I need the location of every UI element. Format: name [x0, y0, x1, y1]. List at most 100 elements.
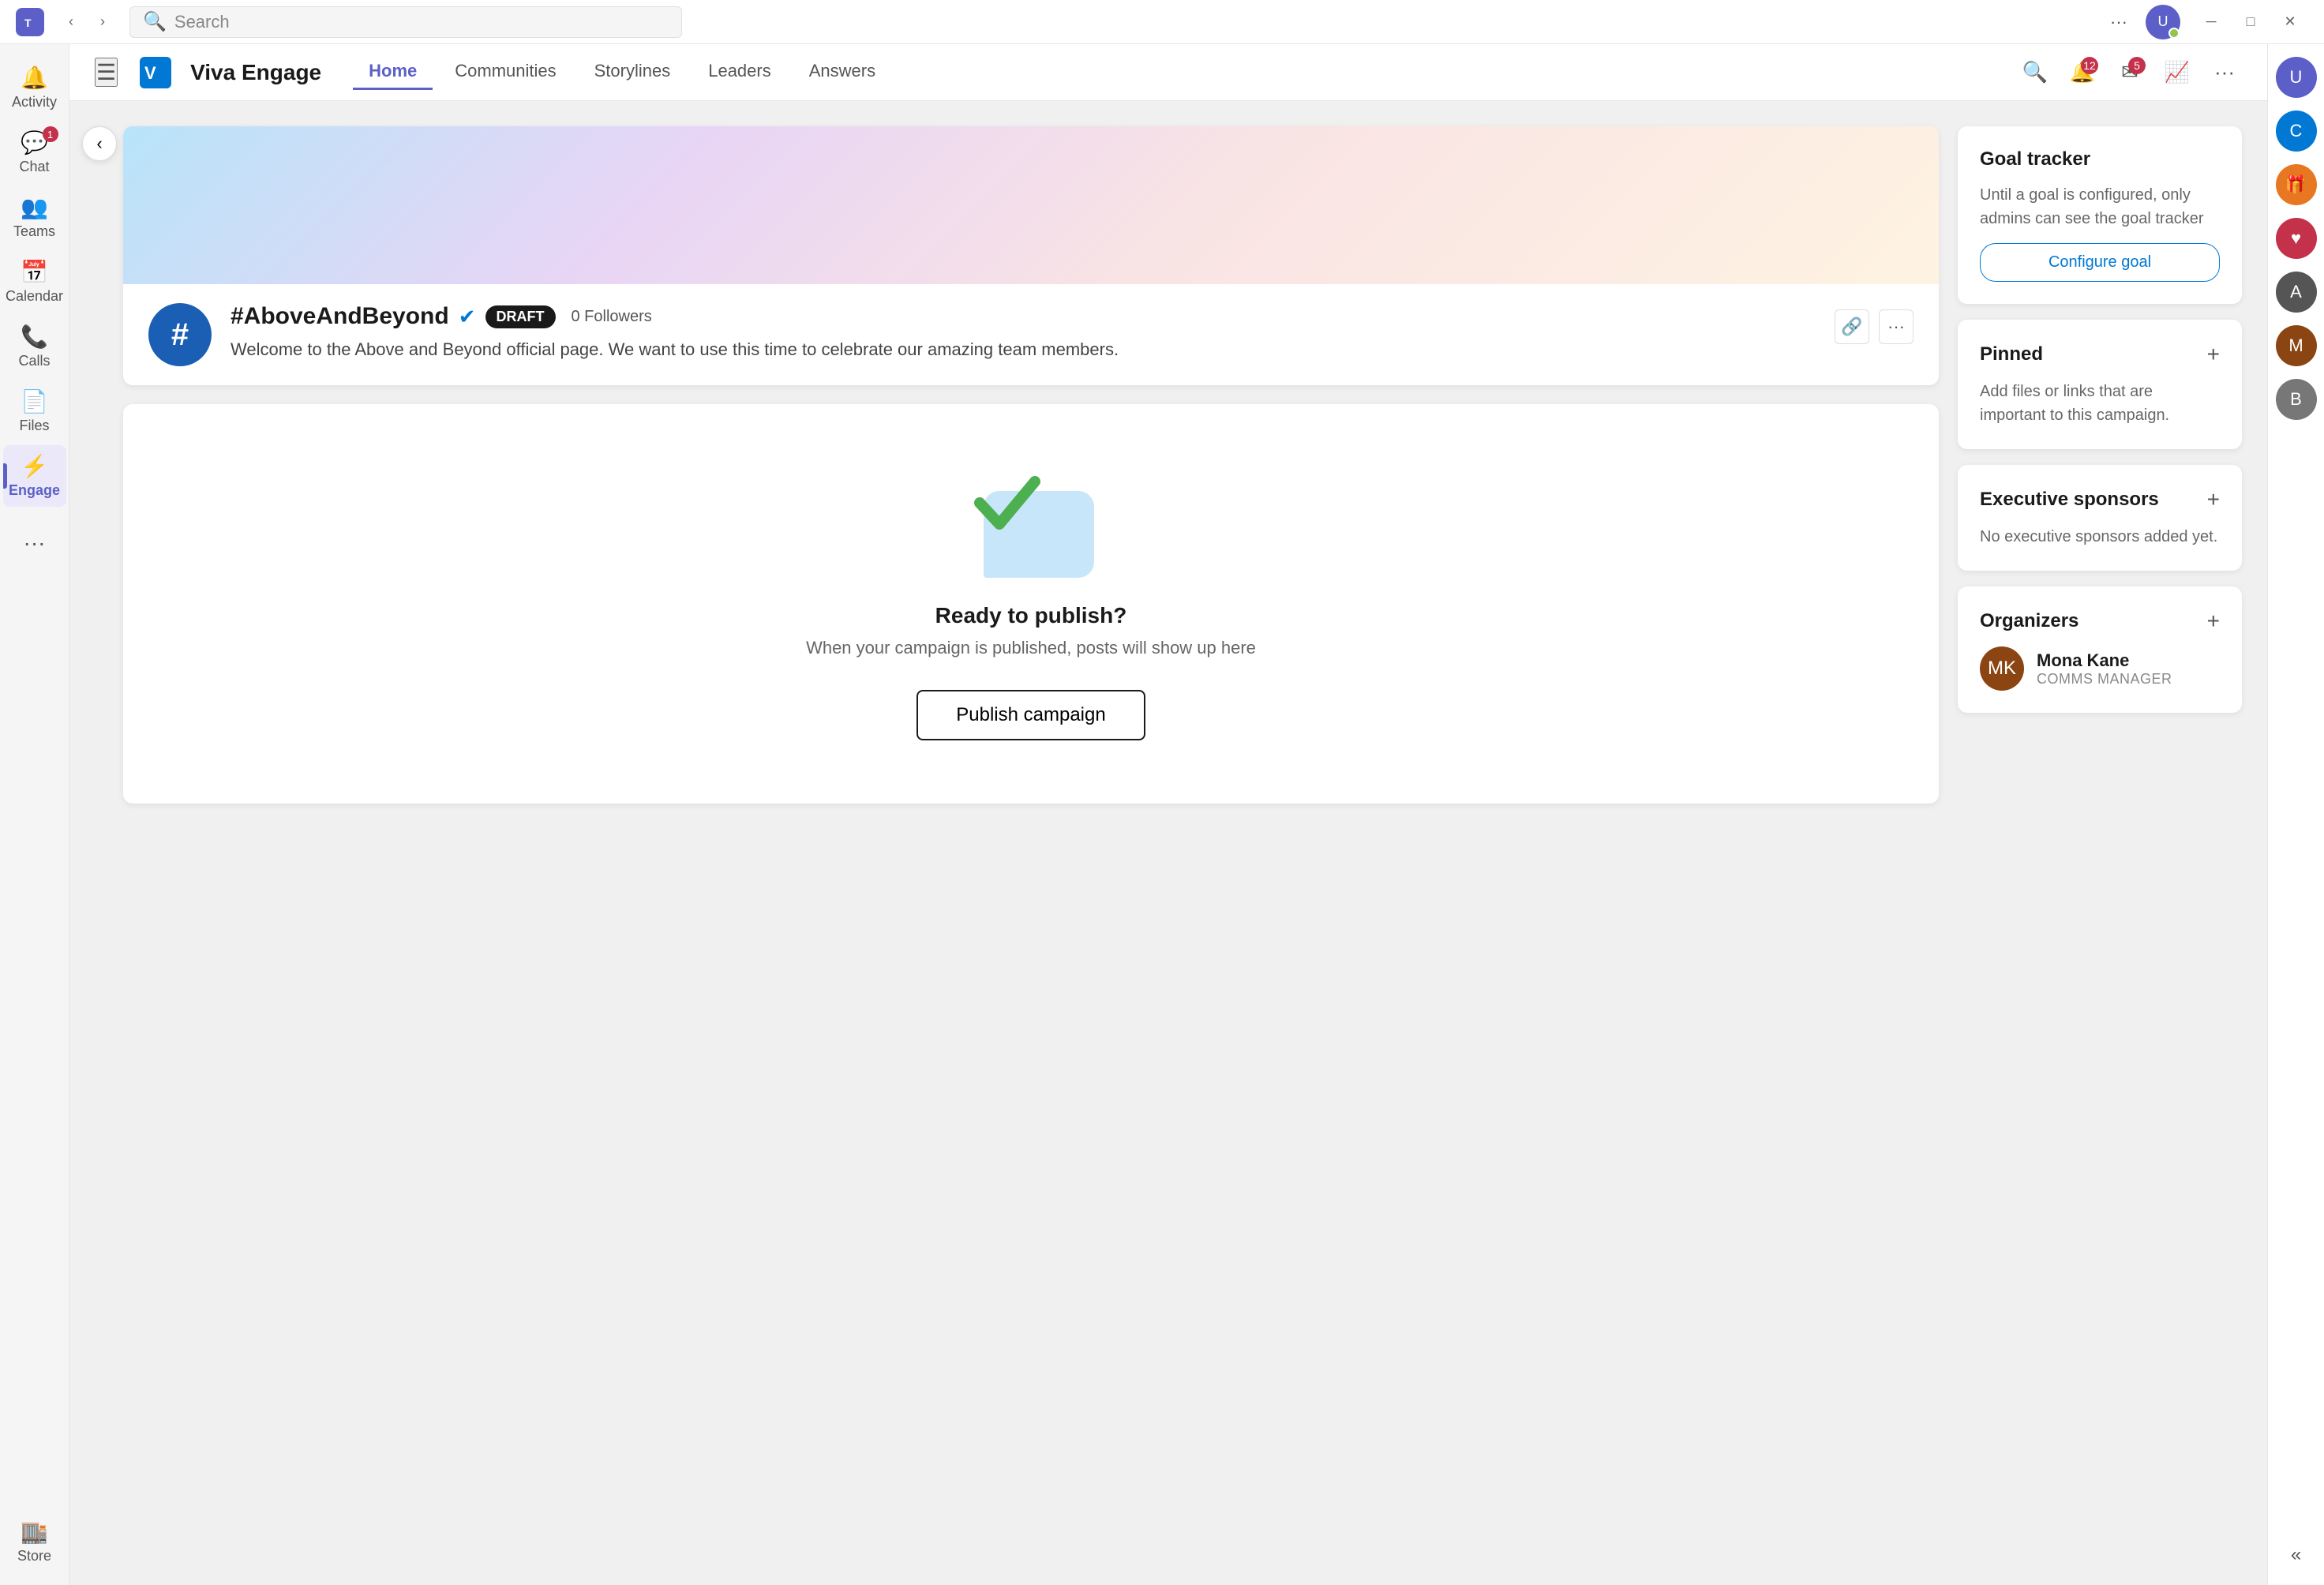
organizer-info: Mona Kane COMMS MANAGER — [2037, 650, 2172, 688]
search-bar[interactable]: 🔍 Search — [129, 6, 682, 38]
executive-sponsors-add-button[interactable]: + — [2207, 487, 2220, 512]
calls-icon: 📞 — [21, 324, 48, 350]
calendar-icon: 📅 — [21, 259, 48, 285]
messages-button[interactable]: ✉ 5 — [2112, 55, 2147, 90]
app-nav: Home Communities Storylines Leaders Answ… — [353, 54, 891, 90]
campaign-hero-card: # #AboveAndBeyond ✔ DRAFT 0 Followers We… — [123, 126, 1939, 385]
more-options-icon[interactable]: ··· — [2105, 8, 2133, 36]
back-navigation-button[interactable]: ‹ — [82, 126, 117, 161]
more-header-button[interactable]: ··· — [2207, 55, 2242, 90]
hero-info: # #AboveAndBeyond ✔ DRAFT 0 Followers We… — [123, 284, 1939, 385]
sidebar-item-activity[interactable]: 🔔 Activity — [3, 57, 66, 118]
link-button[interactable]: 🔗 — [1835, 309, 1869, 344]
configure-goal-button[interactable]: Configure goal — [1980, 243, 2220, 282]
app-name: Viva Engage — [190, 60, 321, 85]
organizer-avatar: MK — [1980, 646, 2024, 691]
window-controls: ─ □ ✕ — [2193, 8, 2308, 36]
right-panel-avatar-3[interactable]: 🎁 — [2276, 164, 2317, 205]
publish-illustration — [968, 467, 1094, 578]
organizers-card: Organizers + MK Mona Kane COMMS MANAGER — [1958, 586, 2242, 713]
title-bar: T ‹ › 🔍 Search ··· U ─ □ ✕ — [0, 0, 2324, 44]
organizer-role: COMMS MANAGER — [2037, 671, 2172, 688]
svg-text:V: V — [144, 63, 156, 83]
pinned-description: Add files or links that are important to… — [1980, 380, 2220, 427]
publish-subtitle: When your campaign is published, posts w… — [806, 638, 1256, 658]
nav-item-storylines[interactable]: Storylines — [579, 54, 687, 90]
more-apps-button[interactable]: ··· — [16, 523, 54, 564]
checkmark-svg — [968, 467, 1047, 538]
sidebar-item-calls[interactable]: 📞 Calls — [3, 316, 66, 377]
store-icon: 🏬 — [21, 1519, 48, 1545]
messages-badge: 5 — [2128, 57, 2146, 74]
organizers-header: Organizers + — [1980, 609, 2220, 634]
nav-item-answers[interactable]: Answers — [793, 54, 891, 90]
analytics-button[interactable]: 📈 — [2160, 55, 2195, 90]
right-panel-avatar-1[interactable]: U — [2276, 57, 2317, 98]
sidebar-item-engage[interactable]: ⚡ Engage — [3, 445, 66, 507]
verified-icon: ✔ — [459, 305, 476, 329]
goal-tracker-description: Until a goal is configured, only admins … — [1980, 183, 2220, 230]
chat-badge: 1 — [43, 126, 58, 142]
sidebar-item-store[interactable]: 🏬 Store — [3, 1511, 66, 1572]
executive-sponsors-header: Executive sponsors + — [1980, 487, 2220, 512]
organizer-name: Mona Kane — [2037, 650, 2172, 671]
campaign-description: Welcome to the Above and Beyond official… — [231, 336, 1816, 362]
campaign-icon: # — [148, 303, 212, 366]
maximize-button[interactable]: □ — [2232, 8, 2269, 36]
sidebar-item-calendar[interactable]: 📅 Calendar — [3, 251, 66, 313]
teams-logo: T — [16, 8, 44, 36]
publish-campaign-button[interactable]: Publish campaign — [916, 690, 1145, 740]
activity-icon: 🔔 — [21, 65, 48, 91]
organizers-title: Organizers — [1980, 610, 2078, 632]
engage-icon: ⚡ — [21, 453, 48, 479]
pinned-title: Pinned — [1980, 343, 2043, 365]
campaign-banner — [123, 126, 1939, 284]
forward-button[interactable]: › — [88, 8, 117, 36]
pinned-card: Pinned + Add files or links that are imp… — [1958, 320, 2242, 449]
sidebar-item-files[interactable]: 📄 Files — [3, 380, 66, 442]
organizers-add-button[interactable]: + — [2207, 609, 2220, 634]
content-area: ☰ V Viva Engage Home Communities Storyli… — [69, 44, 2267, 1585]
teams-icon: 👥 — [21, 194, 48, 220]
close-button[interactable]: ✕ — [2272, 8, 2308, 36]
hashtag-symbol: # — [171, 317, 189, 353]
nav-item-communities[interactable]: Communities — [439, 54, 572, 90]
right-panel-avatar-6[interactable]: M — [2276, 325, 2317, 366]
goal-tracker-title: Goal tracker — [1980, 148, 2090, 170]
sidebar-item-teams[interactable]: 👥 Teams — [3, 186, 66, 248]
user-avatar-title[interactable]: U — [2146, 5, 2180, 39]
right-column: Goal tracker Until a goal is configured,… — [1958, 126, 2242, 1560]
hamburger-button[interactable]: ☰ — [95, 58, 118, 87]
online-indicator — [2168, 28, 2180, 39]
main-content: ‹ # #AboveAndBeyond ✔ DRAFT — [69, 101, 2267, 1585]
pinned-add-button[interactable]: + — [2207, 342, 2220, 367]
notifications-badge: 12 — [2081, 57, 2098, 74]
publish-card: Ready to publish? When your campaign is … — [123, 404, 1939, 804]
header-actions: 🔍 🔔 12 ✉ 5 📈 ··· — [2018, 55, 2242, 90]
right-panel-avatar-7[interactable]: B — [2276, 379, 2317, 420]
right-panel-avatar-5[interactable]: A — [2276, 272, 2317, 313]
collapse-right-panel-button[interactable]: « — [2285, 1538, 2307, 1572]
notifications-button[interactable]: 🔔 12 — [2065, 55, 2100, 90]
right-panel-avatar-2[interactable]: C — [2276, 111, 2317, 152]
hero-actions: 🔗 ··· — [1835, 309, 1914, 344]
minimize-button[interactable]: ─ — [2193, 8, 2229, 36]
publish-title: Ready to publish? — [935, 603, 1127, 628]
executive-sponsors-description: No executive sponsors added yet. — [1980, 525, 2220, 549]
left-sidebar: 🔔 Activity 1 💬 Chat 👥 Teams 📅 Calendar 📞… — [0, 44, 69, 1585]
draft-badge: DRAFT — [485, 305, 556, 328]
back-button[interactable]: ‹ — [57, 8, 85, 36]
executive-sponsors-card: Executive sponsors + No executive sponso… — [1958, 465, 2242, 571]
sidebar-item-chat[interactable]: 1 💬 Chat — [3, 122, 66, 183]
right-panel: U C 🎁 ♥ A M B « — [2267, 44, 2324, 1585]
search-header-button[interactable]: 🔍 — [2018, 55, 2052, 90]
goal-tracker-card: Goal tracker Until a goal is configured,… — [1958, 126, 2242, 304]
campaign-title: #AboveAndBeyond — [231, 303, 449, 330]
nav-item-leaders[interactable]: Leaders — [692, 54, 787, 90]
search-placeholder: Search — [174, 12, 230, 32]
svg-text:T: T — [24, 17, 32, 29]
more-actions-button[interactable]: ··· — [1879, 309, 1914, 344]
right-panel-avatar-4[interactable]: ♥ — [2276, 218, 2317, 259]
nav-item-home[interactable]: Home — [353, 54, 433, 90]
active-indicator — [3, 463, 7, 489]
